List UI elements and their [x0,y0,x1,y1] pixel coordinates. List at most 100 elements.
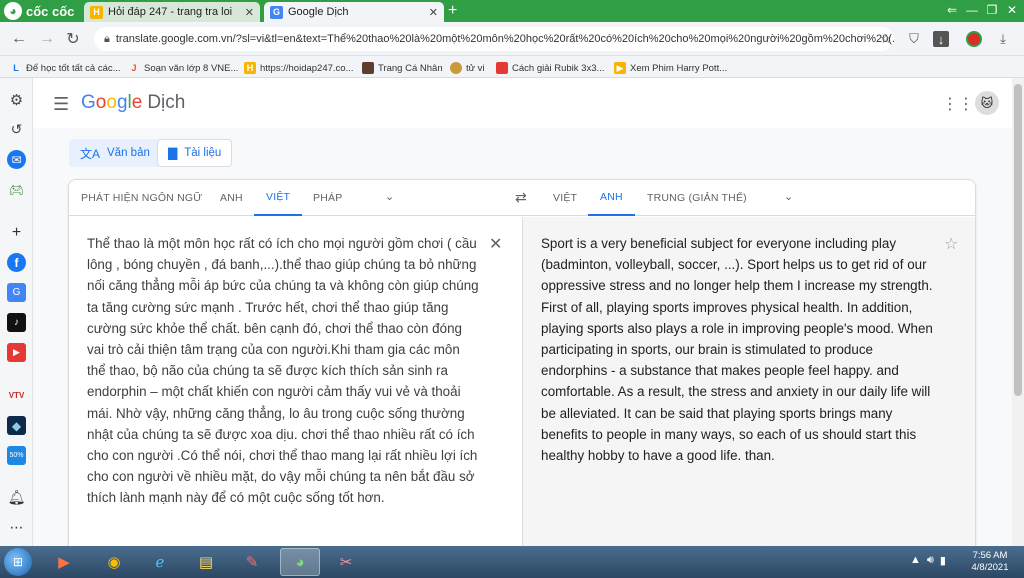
browser-toolbar: ← → ↻ 🔒︎ translate.google.com.vn/?sl=vi&… [0,22,1024,56]
shield-icon[interactable]: ⛉ [906,31,922,47]
translate-header: ☰ Google Dịch ⋮⋮⋮ 🐱︎ [33,78,1024,128]
file-explorer-icon[interactable]: ▤ [186,548,226,576]
tiki-icon[interactable]: 50% [7,446,26,465]
logo-letter: g [116,92,128,113]
bookmark-item[interactable]: tử vi [450,60,485,76]
internet-explorer-icon[interactable]: ℯ [140,548,180,576]
system-clock[interactable]: 7:56 AM 4/8/2021 [966,550,1014,574]
coccoc-logo-icon: ◕ [4,2,22,20]
bookmark-l-icon: L [13,63,19,73]
youtube-icon[interactable]: ▶ [7,343,26,362]
hoidap-favicon-icon: H [90,5,103,19]
page-scrollbar[interactable] [1012,78,1024,546]
target-pane: Sport is a very beneficial subject for e… [522,217,975,560]
bookmark-hoidap-icon: H [244,62,256,74]
source-lang-english[interactable]: ANH [220,180,243,216]
documents-mode-button[interactable]: ▇ Tài liệu [157,139,233,167]
close-tab-icon[interactable]: ✕ [429,6,438,19]
bookmark-label: https://hoidap247.co... [260,62,354,74]
bookmark-item[interactable]: ▶ Xem Phim Harry Pott... [614,60,727,76]
bookmark-item[interactable]: H https://hoidap247.co... [244,60,353,76]
reload-icon[interactable]: ↻ [64,30,82,48]
source-text-input[interactable]: Thể thao là một môn học rất có ích cho m… [87,233,482,509]
save-translation-star-icon[interactable]: ☆ [944,234,958,254]
bookmark-j-icon: J [131,63,137,73]
system-tray: ▲ 🔊︎ ▮ [910,554,946,567]
bookmark-item[interactable]: J Soạn văn lớp 8 VNE... [128,60,238,76]
download-icon[interactable]: ⤓ [995,31,1011,47]
forward-icon[interactable]: → [38,30,56,48]
tab-title: Google Dịch [288,6,349,18]
scrollbar-thumb[interactable] [1014,84,1022,396]
more-icon[interactable]: ⋯ [7,518,26,537]
notification-bell-icon[interactable]: 🔔︎ [7,488,26,507]
clock-time: 7:56 AM [972,550,1008,561]
target-lang-english[interactable]: ANH [588,180,635,216]
target-lang-vietnamese[interactable]: VIỆT [553,180,577,216]
paint-app-icon[interactable]: ✎ [232,548,272,576]
download-manager-icon[interactable]: ↓ [933,31,949,47]
bookmark-item[interactable]: Trang Cá Nhân [362,60,443,76]
tab-hoidap247[interactable]: H Hỏi đáp 247 - trang tra loi ✕ [84,2,260,22]
source-lang-detect[interactable]: PHÁT HIỆN NGÔN NGỮ [81,180,202,216]
facebook-icon[interactable]: f [7,253,26,272]
settings-gear-icon[interactable]: ⚙ [7,90,26,109]
minimize-icon[interactable]: — [964,2,980,18]
source-pane: Thể thao là một môn học rất có ích cho m… [69,217,522,560]
coccoc-taskbar-icon[interactable]: ◕ [280,548,320,576]
new-tab-icon[interactable]: + [448,2,457,20]
add-icon[interactable]: + [7,223,26,242]
show-hidden-icons-icon[interactable]: ▲ [910,554,921,567]
close-window-icon[interactable]: ✕ [1004,2,1020,18]
snipping-tool-icon[interactable]: ✂ [326,548,366,576]
back-arrow-icon[interactable]: ⇐ [944,2,960,18]
translation-output: Sport is a very beneficial subject for e… [541,236,933,464]
game-controller-icon[interactable]: 🎮︎ [7,180,26,199]
source-lang-french[interactable]: PHÁP [313,180,342,216]
windows-start-icon[interactable]: ⊞ [4,548,32,576]
address-bar[interactable]: 🔒︎ translate.google.com.vn/?sl=vi&tl=en&… [94,27,894,51]
google-translate-logo[interactable]: Google Dịch [81,92,185,114]
chrome-icon[interactable]: ◉ [94,548,134,576]
tab-google-translate[interactable]: G Google Dịch ✕ [264,2,444,22]
back-icon[interactable]: ← [10,30,28,48]
text-mode-button[interactable]: 文A Văn bản [69,139,161,167]
vtv-icon[interactable]: VTV [7,386,26,405]
close-tab-icon[interactable]: ✕ [245,6,254,19]
bookmark-item[interactable]: L Để học tốt tất cả các... [10,60,120,76]
bookmark-star-icon[interactable]: ☆ [878,31,894,47]
source-lang-vietnamese[interactable]: VIỆT [254,180,303,216]
account-avatar[interactable]: 🐱︎ [975,91,999,115]
bookmark-tuvi-icon [450,62,462,74]
messenger-icon[interactable]: ✉ [7,150,26,169]
profile-icon[interactable] [966,31,982,47]
network-icon[interactable]: ▮ [940,554,946,567]
google-translate-icon[interactable]: G [7,283,26,302]
logo-letter: G [81,92,96,113]
product-name: Dịch [147,92,186,113]
bookmarks-bar: L Để học tốt tất cả các... J Soạn văn lớ… [0,56,1024,78]
bookmark-label: Xem Phim Harry Pott... [630,62,728,74]
logo-letter: o [106,92,117,113]
source-lang-more-chevron-down-icon[interactable]: ⌄ [385,190,394,203]
google-translate-favicon-icon: G [270,5,283,19]
documents-mode-label: Tài liệu [184,147,222,159]
language-bar: PHÁT HIỆN NGÔN NGỮ ANH VIỆT PHÁP ⌄ ⇄ VIỆ… [69,180,975,216]
swap-languages-icon[interactable]: ⇄ [515,189,527,206]
target-lang-chinese-simplified[interactable]: TRUNG (GIẢN THỂ) [647,180,747,216]
volume-icon[interactable]: 🔊︎ [927,554,934,567]
hamburger-menu-icon[interactable]: ☰ [53,94,69,115]
maximize-icon[interactable]: ❐ [984,2,1000,18]
bookmark-rubik-icon [496,62,508,74]
history-icon[interactable]: ↺ [7,120,26,139]
bookmark-item[interactable]: Cách giải Rubik 3x3... [496,60,604,76]
browser-brand-button[interactable]: ◕ cốc cốc [4,2,74,20]
clear-text-icon[interactable]: ✕ [489,234,502,254]
bookmark-label: tử vi [466,62,485,74]
media-player-icon[interactable]: ▶ [44,548,84,576]
game-app-icon[interactable]: ◆ [7,416,26,435]
browser-sidebar: ⚙ ↺ ✉ 🎮︎ + f G ♪ ▶ VTV ◆ 50% 🔔︎ ⋯ [0,78,33,546]
clock-date: 4/8/2021 [971,562,1009,573]
tiktok-icon[interactable]: ♪ [7,313,26,332]
target-lang-more-chevron-down-icon[interactable]: ⌄ [784,190,793,203]
